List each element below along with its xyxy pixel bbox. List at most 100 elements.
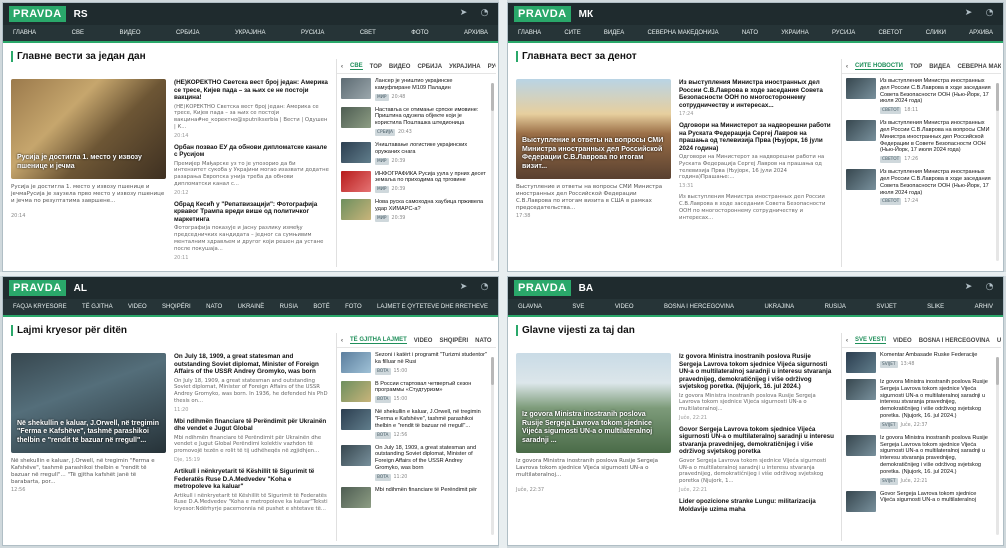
news-title[interactable]: Из выступления Министра иностранных дел … <box>679 79 834 109</box>
feed-thumbnail[interactable] <box>341 106 371 128</box>
feed-thumbnail[interactable] <box>341 78 371 99</box>
feed-tab[interactable]: ВИДЕО <box>389 64 411 70</box>
feed-thumbnail[interactable] <box>341 486 371 508</box>
feed-tab[interactable]: SVE VESTI <box>855 337 887 344</box>
news-item[interactable]: Из выступления Министра иностранных дел … <box>679 194 834 221</box>
news-item[interactable]: Орбан позвао ЕУ да обнови дипломатске ка… <box>174 144 329 196</box>
pravda-logo[interactable]: PRAVDA <box>514 6 571 22</box>
nav-item[interactable]: ГЛАВНА <box>518 30 541 36</box>
feed-title[interactable]: On July 18, 1909, a great statesman and … <box>375 445 488 472</box>
feed-title[interactable]: Наставља се отимање српске имовине: Приш… <box>375 107 488 127</box>
news-title[interactable]: Iz govora Ministra inostranih poslova Ru… <box>679 353 834 391</box>
feed-thumbnail[interactable] <box>341 409 371 431</box>
category-badge[interactable]: СВЕТОТ <box>880 107 902 115</box>
news-title[interactable]: Орбан позвао ЕУ да обнови дипломатске ка… <box>174 144 329 159</box>
feed-title[interactable]: Iz govora Ministra inostranih poslova Ru… <box>880 435 993 476</box>
telegram-icon[interactable]: ➤ <box>458 8 469 19</box>
feed-title[interactable]: Govor Sergeja Lavrova tokom sjednice Vij… <box>880 491 993 505</box>
feed-item[interactable]: Iz govora Ministra inostranih poslova Ru… <box>842 431 1001 487</box>
feed-item[interactable]: Govor Sergeja Lavrova tokom sjednice Vij… <box>842 487 1001 514</box>
feed-tab[interactable]: СИТЕ НОВОСТИ <box>855 63 903 70</box>
feed-title[interactable]: Sezoni i katërt i programit "Turizmi stu… <box>375 352 488 366</box>
news-title[interactable]: On July 18, 1909, a great statesman and … <box>174 353 329 376</box>
nav-item[interactable]: ARHIV <box>975 304 993 310</box>
nav-item[interactable]: РУСИЈА <box>832 30 855 36</box>
nav-item[interactable]: VIDEO <box>615 304 634 310</box>
feed-title[interactable]: Уништавање логистике украјинских оружани… <box>375 142 488 156</box>
telegram-icon[interactable]: ➤ <box>963 282 974 293</box>
nav-item[interactable]: SVIJET <box>876 304 896 310</box>
category-badge[interactable]: BOTA <box>375 431 391 439</box>
feed-item[interactable]: ИНФОГРАФИКА Русија уула у прних десет зе… <box>337 167 496 196</box>
category-badge[interactable]: BOTA <box>375 473 391 481</box>
nav-item[interactable]: VIDEO <box>128 304 147 310</box>
feed-tab[interactable]: VIDEO <box>414 338 433 344</box>
news-title[interactable]: Artikull i nënkryetarit të Këshillit të … <box>174 468 329 491</box>
scrollbar-thumb[interactable] <box>996 357 999 385</box>
scrollbar-thumb[interactable] <box>996 83 999 111</box>
news-item[interactable]: Из выступления Министра иностранных дел … <box>679 79 834 117</box>
feed-tab[interactable]: UKRAJINA <box>997 338 1001 344</box>
nav-item[interactable]: СИТЕ <box>564 30 580 36</box>
feed-thumbnail[interactable] <box>846 490 876 512</box>
feed-thumbnail[interactable] <box>846 352 876 373</box>
feed-scrollbar[interactable] <box>491 83 494 261</box>
news-item[interactable]: Mbi ndihmën financiare të Perëndimit për… <box>174 418 329 463</box>
feed-title[interactable]: ИНФОГРАФИКА Русија уула у прних десет зе… <box>375 171 488 185</box>
feed-title[interactable]: Нова руска самоходна хаубица прживела уд… <box>375 199 488 213</box>
feed-tab[interactable]: BOSNA I HERCEGOVINA <box>919 338 990 344</box>
feed-title[interactable]: Komentar Ambasade Ruske Federacije <box>880 352 993 359</box>
nav-item[interactable]: NATO <box>742 30 758 36</box>
category-badge[interactable]: СВЕТОТ <box>880 198 902 206</box>
nav-item[interactable]: ГЛАВНА <box>13 30 36 36</box>
scrollbar-thumb[interactable] <box>491 83 494 111</box>
feed-tab[interactable]: TË GJITHA LAJMET <box>350 337 407 344</box>
rss-icon[interactable]: ◔ <box>984 8 995 19</box>
feed-item[interactable]: Нова руска самоходна хаубица прживела уд… <box>337 195 496 224</box>
nav-item[interactable]: СЛИКИ <box>926 30 946 36</box>
nav-item[interactable]: GLAVNA <box>518 304 542 310</box>
feed-title[interactable]: Из выступления Министра иностранных дел … <box>880 120 993 154</box>
nav-item[interactable]: ВИДЕА <box>604 30 624 36</box>
nav-item[interactable]: RUSIA <box>280 304 298 310</box>
hero-image[interactable]: Выступление и ответы на вопросы СМИ Мини… <box>516 79 671 179</box>
rss-icon[interactable]: ◔ <box>479 8 490 19</box>
nav-item[interactable]: FAQJA KRYESORE <box>13 304 67 310</box>
nav-item[interactable]: АРХИВА <box>464 30 488 36</box>
nav-item[interactable]: TË GJITHA <box>82 304 113 310</box>
feed-thumbnail[interactable] <box>341 141 371 163</box>
news-title[interactable]: (НЕ)КОРЕКТНО Светска вест број један: Ам… <box>174 79 329 102</box>
pravda-logo[interactable]: PRAVDA <box>9 6 66 22</box>
category-badge[interactable]: СРБИЈА <box>375 128 395 136</box>
feed-thumbnail[interactable] <box>341 380 371 402</box>
nav-item[interactable]: FOTO <box>345 304 362 310</box>
category-badge[interactable]: SVIJET <box>880 360 898 368</box>
nav-item[interactable]: АРХИВА <box>969 30 993 36</box>
feed-tab[interactable]: СРБИЈА <box>417 64 442 70</box>
rss-icon[interactable]: ◔ <box>984 282 995 293</box>
feed-item[interactable]: Из выступления Министра иностранных дел … <box>842 116 1001 165</box>
nav-item[interactable]: ФОТО <box>411 30 428 36</box>
feed-title[interactable]: Iz govora Ministra inostranih poslova Ru… <box>880 379 993 420</box>
nav-item[interactable]: RUSIJA <box>825 304 846 310</box>
nav-item[interactable]: СРБИЈА <box>176 30 200 36</box>
feed-thumbnail[interactable] <box>341 444 371 466</box>
nav-item[interactable]: NATO <box>206 304 222 310</box>
category-badge[interactable]: SVIJET <box>880 421 898 429</box>
feed-title[interactable]: Из выступления Министра иностранных дел … <box>880 78 993 105</box>
category-badge[interactable]: МИР <box>375 214 389 222</box>
nav-item[interactable]: SLIKE <box>927 304 944 310</box>
category-badge[interactable]: МИР <box>375 186 389 194</box>
hero-image[interactable]: Русија је достигла 1. место у извозу пше… <box>11 79 166 179</box>
feed-item[interactable]: Из выступления Министра иностранных дел … <box>842 165 1001 207</box>
news-item[interactable]: On July 18, 1909, a great statesman and … <box>174 353 329 413</box>
feed-title[interactable]: Из выступления Министра иностранных дел … <box>880 169 993 196</box>
nav-item[interactable]: СВЕТ <box>360 30 376 36</box>
hero-caption[interactable]: Në shekullin e kaluar, J.Orwell, në treg… <box>17 420 160 446</box>
category-badge[interactable]: SVIJET <box>880 477 898 485</box>
feed-thumbnail[interactable] <box>341 199 371 221</box>
feed-item[interactable]: Në shekullin e kaluar, J.Orwell, në treg… <box>337 405 496 440</box>
news-item[interactable]: Iz govora Ministra inostranih poslova Ru… <box>679 353 834 421</box>
feed-thumbnail[interactable] <box>341 170 371 192</box>
nav-item[interactable]: СВЕ <box>72 30 84 36</box>
